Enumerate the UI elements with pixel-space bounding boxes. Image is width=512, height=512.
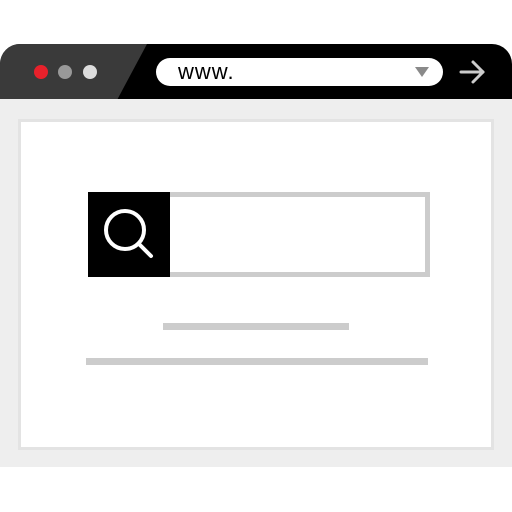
browser-titlebar: www. (0, 44, 512, 99)
search-input[interactable] (170, 192, 430, 277)
placeholder-text-line (86, 358, 428, 365)
browser-window: www. (0, 44, 512, 467)
search-icon (104, 209, 153, 258)
search-button[interactable] (88, 192, 170, 277)
page-content (18, 119, 494, 450)
close-button[interactable] (34, 65, 48, 79)
forward-button[interactable] (458, 59, 488, 85)
minimize-button[interactable] (58, 65, 72, 79)
titlebar-controls-area (0, 44, 147, 99)
caret-down-icon[interactable] (415, 67, 429, 77)
arrow-right-icon (459, 60, 485, 84)
address-bar-text: www. (178, 59, 235, 84)
address-bar[interactable]: www. (156, 58, 443, 86)
search-box[interactable] (88, 192, 430, 277)
maximize-button[interactable] (83, 65, 97, 79)
placeholder-text-line (163, 323, 349, 330)
